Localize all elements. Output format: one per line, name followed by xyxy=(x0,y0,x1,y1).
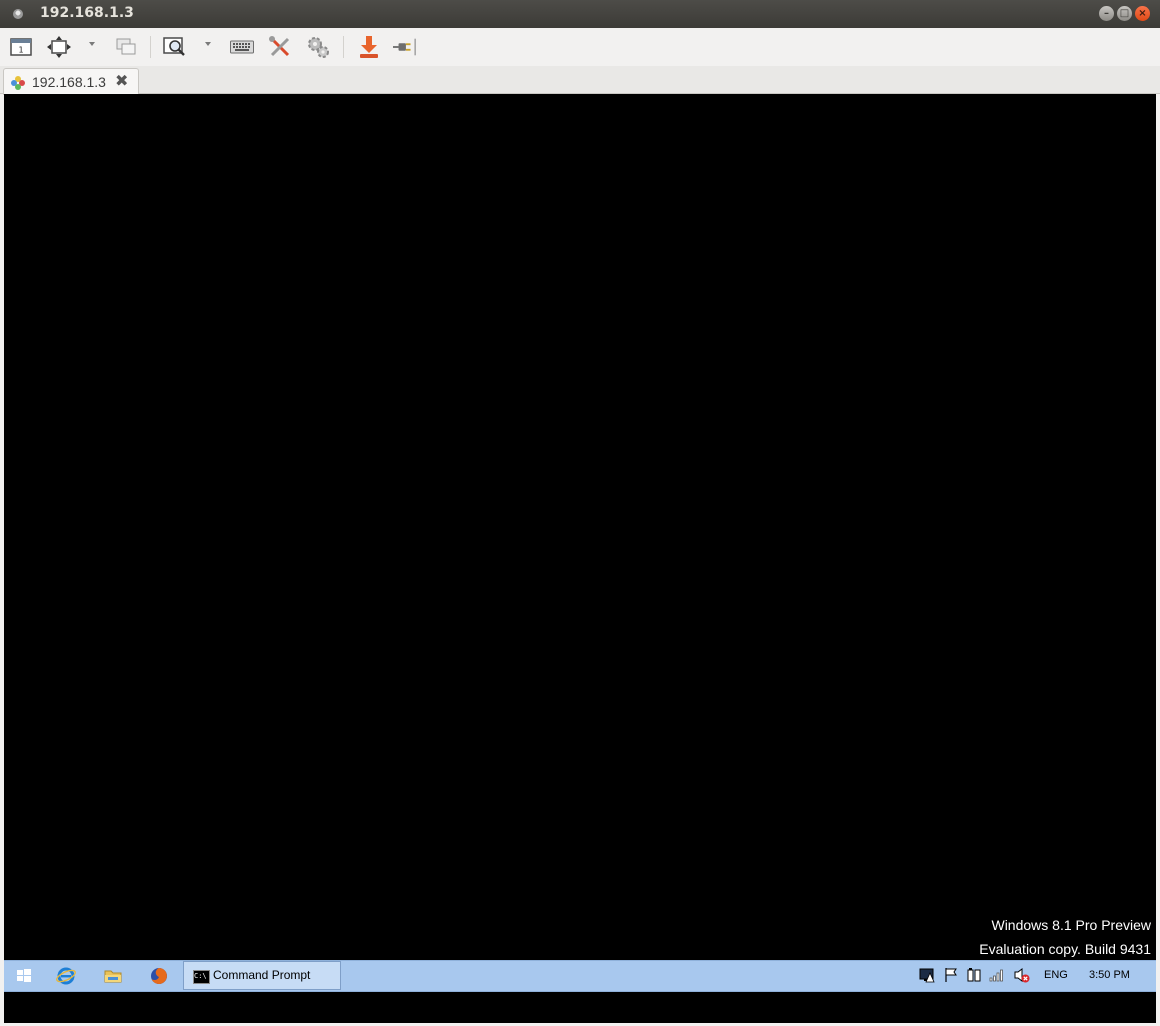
keyboard-icon[interactable] xyxy=(230,36,254,58)
close-button[interactable]: × xyxy=(1135,6,1150,21)
svg-text:1: 1 xyxy=(18,46,23,55)
scale-dropdown-icon[interactable] xyxy=(89,42,95,46)
action-center-icon[interactable] xyxy=(919,967,935,983)
tools-icon[interactable] xyxy=(268,36,292,58)
window-title: 192.168.1.3 xyxy=(40,5,134,21)
preferences-icon[interactable] xyxy=(306,36,330,58)
tab-strip: 192.168.1.3 ✖ xyxy=(0,66,1160,95)
taskbar-command-prompt[interactable]: C:\ Command Prompt xyxy=(183,961,341,990)
start-icon[interactable] xyxy=(14,966,34,986)
scale-icon[interactable] xyxy=(47,36,71,58)
zoom-icon[interactable] xyxy=(163,36,187,58)
window-mode-icon[interactable]: 1 xyxy=(9,36,33,58)
minimize-button[interactable]: – xyxy=(1099,6,1114,21)
firefox-icon[interactable] xyxy=(149,966,169,986)
toolbar-separator xyxy=(150,36,151,58)
tab-label: 192.168.1.3 xyxy=(32,74,106,90)
disconnect-icon[interactable] xyxy=(393,36,417,58)
volume-muted-icon[interactable] xyxy=(1014,967,1030,983)
title-bar[interactable]: 192.168.1.3 – □ × xyxy=(0,0,1160,28)
multi-monitor-icon[interactable] xyxy=(114,36,138,58)
tab-connection[interactable]: 192.168.1.3 ✖ xyxy=(3,68,139,95)
clock[interactable]: 3:50 PM xyxy=(1089,969,1130,981)
language-indicator[interactable]: ENG xyxy=(1044,969,1068,981)
download-icon[interactable] xyxy=(357,36,381,58)
file-explorer-icon[interactable] xyxy=(103,966,123,986)
internet-explorer-icon[interactable] xyxy=(56,966,76,986)
watermark-build: Evaluation copy. Build 9431 xyxy=(979,941,1151,957)
power-icon[interactable] xyxy=(966,967,982,983)
tab-close-icon[interactable]: ✖ xyxy=(115,72,128,90)
maximize-button[interactable]: □ xyxy=(1117,6,1132,21)
remote-desktop-view[interactable]: Windows 8.1 Pro Preview Evaluation copy.… xyxy=(4,94,1156,1023)
remmina-icon xyxy=(11,75,25,90)
windows-taskbar: C:\ Command Prompt ENG 3:50 PM xyxy=(4,960,1156,992)
command-prompt-icon: C:\ xyxy=(193,970,210,984)
flag-icon[interactable] xyxy=(943,967,959,983)
toolbar-separator xyxy=(343,36,344,58)
app-menu-icon[interactable] xyxy=(13,9,23,19)
zoom-dropdown-icon[interactable] xyxy=(205,42,211,46)
task-label: Command Prompt xyxy=(213,968,311,982)
network-icon[interactable] xyxy=(989,967,1005,983)
toolbar: 1 xyxy=(0,28,1160,67)
watermark-edition: Windows 8.1 Pro Preview xyxy=(991,917,1151,933)
window-controls: – □ × xyxy=(1099,6,1150,21)
